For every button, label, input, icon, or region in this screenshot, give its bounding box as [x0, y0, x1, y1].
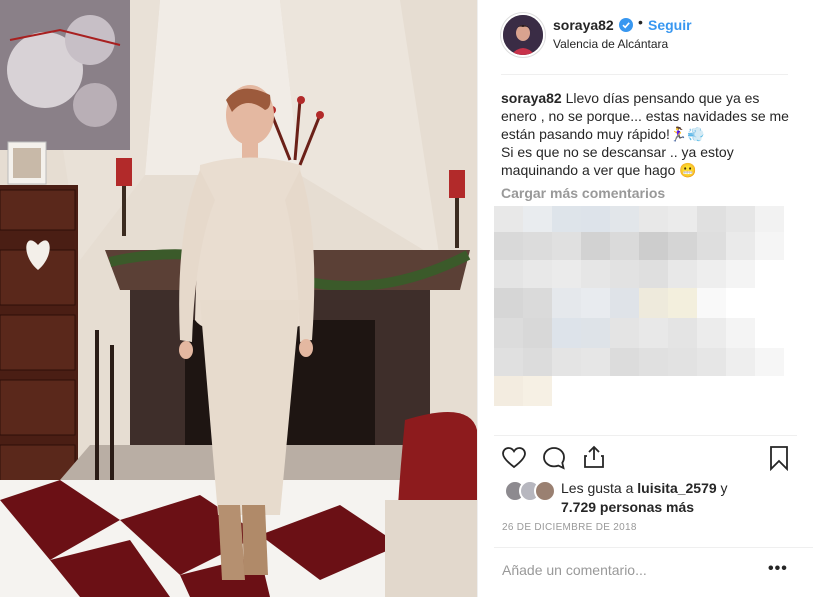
caption-text-2: Si es que no se descansar .. ya estoy ma… — [501, 144, 734, 178]
comments-pixelated — [494, 206, 784, 406]
follow-button[interactable]: Seguir — [648, 17, 692, 33]
add-comment-input[interactable]: Añade un comentario... — [502, 562, 647, 578]
post-sidebar: soraya82 • Seguir Valencia de Alcántara … — [477, 0, 813, 597]
avatar[interactable] — [501, 13, 545, 57]
post-header: soraya82 • Seguir Valencia de Alcántara — [478, 0, 813, 75]
more-options-icon[interactable]: ••• — [768, 560, 788, 578]
likes-prefix: Les gusta a — [561, 480, 638, 496]
bookmark-icon[interactable] — [766, 445, 792, 471]
verified-badge-icon — [619, 18, 633, 32]
header-divider — [501, 74, 788, 75]
actions-divider — [494, 435, 797, 436]
caption-username[interactable]: soraya82 — [501, 90, 562, 106]
separator-dot: • — [638, 14, 643, 30]
likes-summary: Les gusta a luisita_2579 y 7.729 persona… — [561, 479, 791, 517]
likes-user[interactable]: luisita_2579 — [637, 480, 716, 496]
post-photo-scene — [0, 0, 477, 597]
post-photo[interactable] — [0, 0, 477, 597]
liker-avatars[interactable] — [504, 480, 558, 502]
likes-and: y — [716, 480, 728, 496]
post-username[interactable]: soraya82 — [553, 17, 614, 33]
comment-icon[interactable] — [541, 445, 567, 471]
load-more-comments[interactable]: Cargar más comentarios — [501, 185, 665, 201]
post-location[interactable]: Valencia de Alcántara — [553, 37, 668, 51]
post-caption: soraya82 Llevo días pensando que ya es e… — [501, 89, 791, 179]
share-icon[interactable] — [581, 444, 607, 470]
heart-icon[interactable] — [501, 445, 527, 471]
comment-divider — [494, 547, 813, 548]
post-date[interactable]: 26 DE DICIEMBRE DE 2018 — [502, 522, 637, 533]
likes-count[interactable]: 7.729 personas más — [561, 499, 694, 515]
